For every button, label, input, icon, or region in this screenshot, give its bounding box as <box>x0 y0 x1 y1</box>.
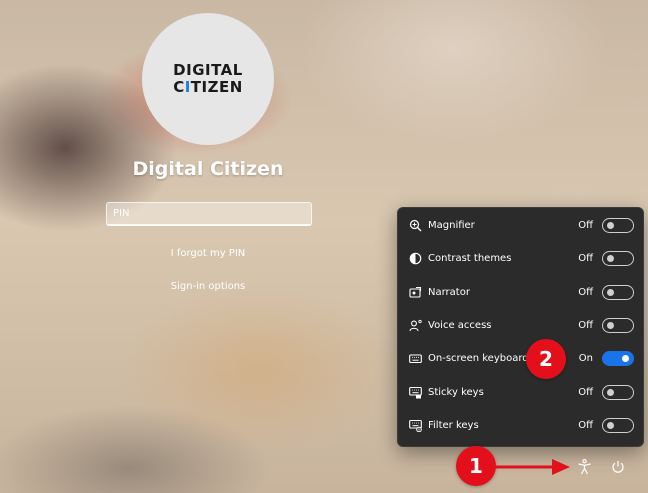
sticky-keys-state: Off <box>578 387 593 398</box>
on-screen-keyboard-toggle[interactable] <box>602 351 634 366</box>
sticky-keys-row[interactable]: Sticky keys Off <box>398 376 645 409</box>
magnifier-icon <box>408 219 422 233</box>
toggle-knob <box>607 222 614 229</box>
narrator-row[interactable]: Narrator Off <box>398 276 645 309</box>
contrast-themes-toggle[interactable] <box>602 251 634 266</box>
toggle-knob <box>607 322 614 329</box>
on-screen-keyboard-label: On-screen keyboard <box>428 353 529 364</box>
filter-keys-toggle[interactable] <box>602 418 634 433</box>
contrast-themes-label: Contrast themes <box>428 253 512 264</box>
filter-keys-row[interactable]: Filter keys Off <box>398 409 645 442</box>
voice-access-row[interactable]: Voice access Off <box>398 309 645 342</box>
power-icon[interactable] <box>608 457 628 477</box>
filter-keys-state: Off <box>578 420 593 431</box>
voice-access-label: Voice access <box>428 320 492 331</box>
accessibility-flyout: Magnifier Off Contrast themes Off Narrat… <box>397 207 644 447</box>
accessibility-icon[interactable] <box>574 457 594 477</box>
logo-c: C <box>173 78 185 96</box>
narrator-toggle[interactable] <box>602 285 634 300</box>
magnifier-label: Magnifier <box>428 220 475 231</box>
toggle-knob <box>607 389 614 396</box>
magnifier-toggle[interactable] <box>602 218 634 233</box>
avatar: DIGITAL CITIZEN <box>142 13 274 145</box>
narrator-icon <box>408 286 422 300</box>
contrast-themes-row[interactable]: Contrast themes Off <box>398 242 645 275</box>
magnifier-state: Off <box>578 220 593 231</box>
toggle-knob <box>607 422 614 429</box>
forgot-pin-link[interactable]: I forgot my PIN <box>108 248 308 259</box>
narrator-state: Off <box>578 287 593 298</box>
annotation-arrow <box>494 459 570 475</box>
on-screen-keyboard-state: On <box>578 353 593 364</box>
voice-access-icon <box>408 319 422 333</box>
toggle-knob <box>622 355 629 362</box>
logo-line-2: CITIZEN <box>173 79 243 96</box>
contrast-icon <box>408 252 422 266</box>
magnifier-row[interactable]: Magnifier Off <box>398 209 645 242</box>
voice-access-state: Off <box>578 320 593 331</box>
logo-tizen: TIZEN <box>190 78 243 96</box>
signin-options-link[interactable]: Sign-in options <box>108 281 308 292</box>
narrator-label: Narrator <box>428 287 470 298</box>
toggle-knob <box>607 289 614 296</box>
filter-keys-label: Filter keys <box>428 420 479 431</box>
user-name: Digital Citizen <box>132 158 284 180</box>
logo-line-1: DIGITAL <box>173 61 243 79</box>
toggle-knob <box>607 255 614 262</box>
sticky-keys-toggle[interactable] <box>602 385 634 400</box>
on-screen-keyboard-row[interactable]: On-screen keyboard On <box>398 342 645 375</box>
sticky-keys-label: Sticky keys <box>428 387 484 398</box>
keyboard-icon <box>408 352 422 366</box>
voice-access-toggle[interactable] <box>602 318 634 333</box>
annotation-badge-1: 1 <box>456 446 496 486</box>
filter-keys-icon <box>408 419 422 433</box>
pin-input[interactable] <box>106 202 312 226</box>
sticky-keys-icon <box>408 386 422 400</box>
contrast-themes-state: Off <box>578 253 593 264</box>
annotation-badge-2: 2 <box>526 339 566 379</box>
